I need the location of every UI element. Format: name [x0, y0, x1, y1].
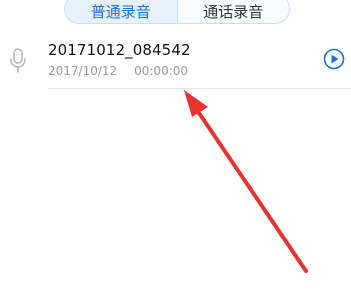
list-divider	[48, 88, 351, 89]
recording-type-tabs: 普通录音 通话录音	[64, 0, 290, 24]
recording-duration: 00:00:00	[134, 64, 189, 78]
recording-name[interactable]: 20171012_084542	[48, 41, 191, 59]
tab-call-recording[interactable]: 通话录音	[178, 0, 290, 23]
play-circle-icon[interactable]	[323, 48, 345, 70]
microphone-icon	[10, 48, 26, 73]
recording-meta: 2017/10/12 00:00:00	[48, 64, 188, 78]
tab-normal-recording[interactable]: 普通录音	[65, 0, 178, 23]
recording-date: 2017/10/12	[48, 64, 118, 78]
